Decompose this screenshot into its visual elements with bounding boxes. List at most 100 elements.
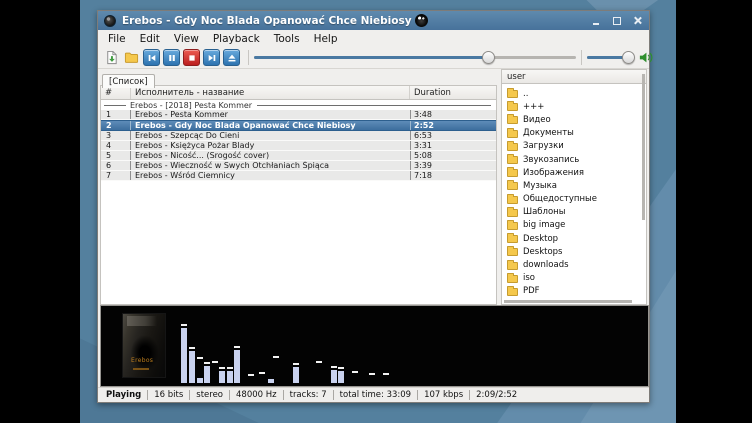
filebrowser-item[interactable]: +++: [502, 100, 646, 113]
previous-button[interactable]: [143, 49, 160, 66]
folder-icon: [507, 262, 518, 270]
playlist-column-headers: #Исполнитель - названиеDuration: [100, 85, 497, 100]
track-row[interactable]: 4Erebos - Księżyca Pożar Blady3:31: [101, 141, 496, 151]
add-file-button[interactable]: [103, 49, 120, 66]
track-number: 7: [101, 171, 131, 180]
seek-slider[interactable]: [254, 49, 576, 66]
folder-icon: [507, 169, 518, 177]
filebrowser-item[interactable]: Шаблоны: [502, 206, 646, 219]
close-button[interactable]: [633, 16, 643, 26]
track-title: Erebos - Księżyca Pożar Blady: [131, 141, 411, 150]
folder-icon: [507, 156, 518, 164]
filebrowser-item[interactable]: Загрузки: [502, 140, 646, 153]
filebrowser-item[interactable]: ..: [502, 87, 646, 100]
menubar: FileEditViewPlaybackToolsHelp: [98, 30, 649, 47]
spectrum-peak: [259, 372, 265, 374]
toolbar-separator: [248, 50, 249, 65]
spectrum-visualizer[interactable]: Erebos: [100, 305, 649, 387]
filebrowser-header[interactable]: user: [501, 69, 647, 84]
filebrowser-item[interactable]: Desktops: [502, 245, 646, 258]
open-folder-button[interactable]: [123, 49, 140, 66]
menu-playback[interactable]: Playback: [206, 32, 267, 46]
maximize-button[interactable]: [612, 16, 622, 26]
minimize-button[interactable]: [591, 16, 601, 26]
folder-label: Музыка: [523, 181, 557, 191]
eject-button[interactable]: [223, 49, 240, 66]
folder-label: Звукозапись: [523, 155, 579, 165]
track-title: Erebos - Wieczność w Swych Otchłaniach Ś…: [131, 161, 411, 170]
track-row[interactable]: 7Erebos - Wśród Ciemnicy7:18: [101, 171, 496, 181]
folder-label: Документы: [523, 128, 574, 138]
menu-edit[interactable]: Edit: [133, 32, 167, 46]
track-title: Erebos - Gdy Noc Blada Opanować Chce Nie…: [131, 121, 411, 130]
track-number: 6: [101, 161, 131, 170]
playlist-tab[interactable]: [Список]: [102, 74, 155, 88]
pause-button[interactable]: [163, 49, 180, 66]
spectrum-bar: [197, 378, 203, 383]
filebrowser-item[interactable]: Общедоступные: [502, 193, 646, 206]
folder-label: downloads: [523, 260, 569, 270]
track-duration: 3:39: [410, 161, 496, 170]
filebrowser-item[interactable]: big image: [502, 219, 646, 232]
spectrum-peak: [234, 346, 240, 348]
menu-tools[interactable]: Tools: [267, 32, 307, 46]
filebrowser-item[interactable]: Документы: [502, 127, 646, 140]
horizontal-scrollbar[interactable]: [504, 300, 632, 303]
folder-label: big image: [523, 220, 565, 230]
menu-help[interactable]: Help: [307, 32, 345, 46]
toolbar: [98, 47, 649, 69]
track-row[interactable]: 6Erebos - Wieczność w Swych Otchłaniach …: [101, 161, 496, 171]
playlist-panel: [Список] #Исполнитель - названиеDuration…: [100, 69, 497, 305]
spectrum-bar: [219, 371, 225, 383]
spectrum-peak: [369, 373, 375, 375]
spectrum-peak: [273, 356, 279, 358]
album-art-subtitle: [133, 368, 149, 370]
player-window: Erebos - Gdy Noc Blada Opanować Chce Nie…: [97, 10, 650, 403]
stop-icon: [186, 52, 198, 64]
track-row[interactable]: 1Erebos - Pesta Kommer3:48: [101, 110, 496, 120]
volume-handle[interactable]: [622, 51, 635, 64]
spectrum-peak: [204, 362, 210, 364]
track-duration: 2:52: [410, 121, 496, 130]
volume-slider[interactable]: [587, 49, 633, 66]
status-segment: tracks: 7: [284, 390, 334, 400]
next-button[interactable]: [203, 49, 220, 66]
folder-label: Desktops: [523, 247, 562, 257]
track-title: Erebos - Wśród Ciemnicy: [131, 171, 411, 180]
vertical-scrollbar[interactable]: [642, 74, 645, 220]
window-title: Erebos - Gdy Noc Blada Opanować Chce Nie…: [122, 15, 412, 27]
filebrowser-item[interactable]: Звукозапись: [502, 153, 646, 166]
add-file-icon: [104, 50, 119, 65]
spectrum-bar: [268, 379, 274, 383]
track-row[interactable]: 3Erebos - Szepcąc Do Cieni6:53: [101, 131, 496, 141]
track-number: 5: [101, 151, 131, 160]
spectrum-peak: [293, 363, 299, 365]
filebrowser-item[interactable]: Видео: [502, 113, 646, 126]
group-label: Erebos - [2018] Pesta Kommer: [130, 101, 252, 110]
filebrowser-item[interactable]: Музыка: [502, 179, 646, 192]
track-row[interactable]: 5Erebos - Nicość... (Srogość cover)5:08: [101, 151, 496, 161]
folder-icon: [507, 116, 518, 124]
spectrum-peak: [248, 374, 254, 376]
menu-view[interactable]: View: [167, 32, 206, 46]
folder-icon: [507, 275, 518, 283]
column-header-title[interactable]: Исполнитель - название: [131, 86, 410, 99]
spectrum-peak: [331, 366, 337, 368]
track-duration: 3:31: [410, 141, 496, 150]
track-row[interactable]: 2Erebos - Gdy Noc Blada Opanować Chce Ni…: [101, 120, 496, 131]
titlebar[interactable]: Erebos - Gdy Noc Blada Opanować Chce Nie…: [98, 11, 649, 30]
folder-label: iso: [523, 273, 535, 283]
spectrum-peak: [338, 367, 344, 369]
status-segment: 16 bits: [148, 390, 190, 400]
filebrowser-item[interactable]: Изображения: [502, 166, 646, 179]
toolbar-separator: [581, 50, 582, 65]
filebrowser-item[interactable]: iso: [502, 272, 646, 285]
filebrowser-item[interactable]: Desktop: [502, 232, 646, 245]
menu-file[interactable]: File: [101, 32, 133, 46]
stop-button[interactable]: [183, 49, 200, 66]
seek-handle[interactable]: [482, 51, 495, 64]
filebrowser-item[interactable]: downloads: [502, 258, 646, 271]
column-header-duration[interactable]: Duration: [410, 86, 496, 99]
filebrowser-panel: user ..+++Видео Документы Загрузки Звукозап…: [501, 69, 647, 305]
filebrowser-item[interactable]: PDF: [502, 285, 646, 298]
